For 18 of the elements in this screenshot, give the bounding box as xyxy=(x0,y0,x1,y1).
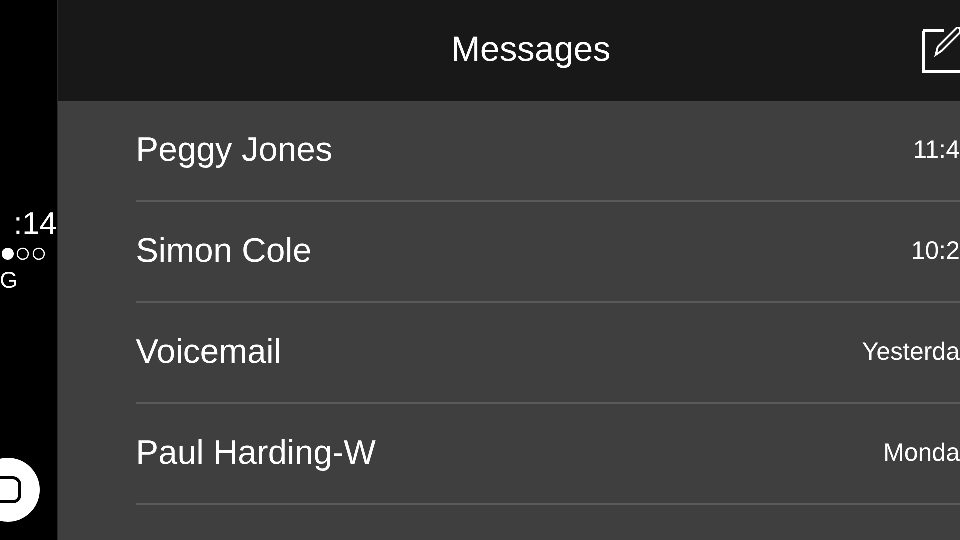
contact-name: Paul Harding-W xyxy=(136,433,376,474)
conversation-row[interactable]: Voicemail Yesterda xyxy=(136,303,960,404)
clock: :14 xyxy=(14,208,57,239)
title: Messages xyxy=(451,29,611,72)
home-button[interactable] xyxy=(0,458,40,522)
message-time: 10:2 xyxy=(911,236,960,267)
contact-name: Peggy Jones xyxy=(136,130,333,171)
network-label: G xyxy=(0,269,18,292)
message-time: 11:4 xyxy=(913,134,960,166)
message-time: Monda xyxy=(884,438,960,469)
contact-name: Voicemail xyxy=(136,332,282,373)
conversation-row[interactable]: Peggy Jones 11:4 xyxy=(136,101,960,202)
signal-icon xyxy=(1,247,47,261)
conversation-row[interactable]: Paul Harding-W Monda xyxy=(136,404,960,505)
conversation-row[interactable]: Simon Cole 10:2 xyxy=(136,202,960,303)
compose-icon[interactable] xyxy=(922,27,960,73)
message-time: Yesterda xyxy=(862,336,960,368)
contact-name: Simon Cole xyxy=(136,231,312,272)
